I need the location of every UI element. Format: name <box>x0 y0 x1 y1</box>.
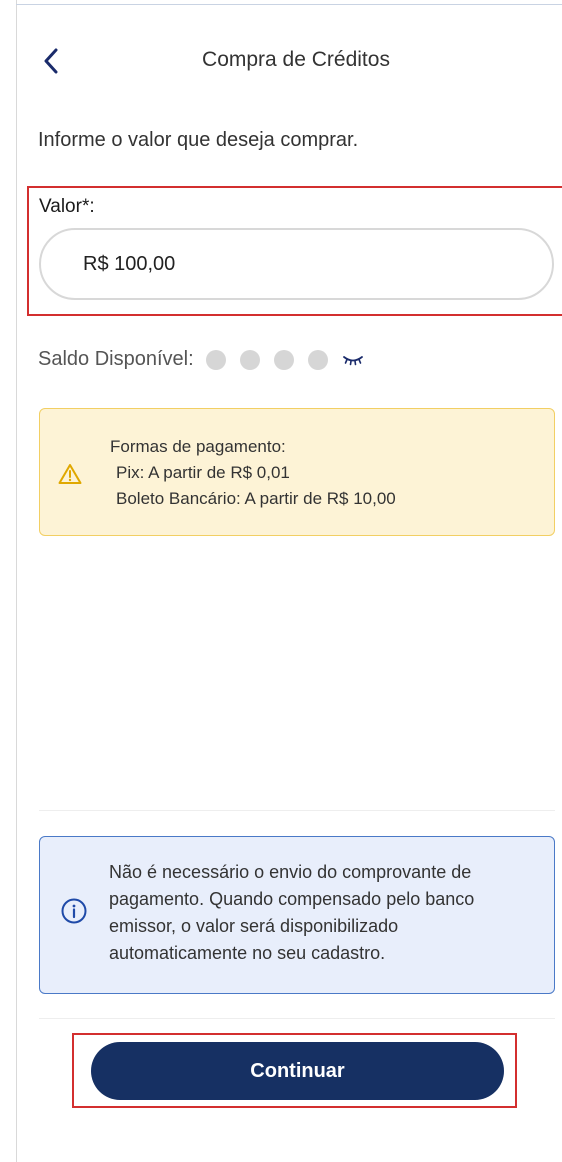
hidden-balance-dot <box>205 349 226 370</box>
continue-button[interactable]: Continuar <box>91 1042 504 1100</box>
info-icon <box>61 898 87 924</box>
instruction-text: Informe o valor que deseja comprar. <box>38 129 359 151</box>
toggle-balance-button[interactable] <box>342 353 364 367</box>
divider <box>39 810 555 811</box>
valor-label: Valor*: <box>39 196 95 217</box>
saldo-row: Saldo Disponível: <box>38 348 364 371</box>
hidden-balance-dot <box>307 349 328 370</box>
payment-pix-line: Pix: A partir de R$ 0,01 <box>116 463 290 482</box>
payment-methods-alert: Formas de pagamento: Pix: A partir de R$… <box>39 408 555 536</box>
page-title: Compra de Créditos <box>202 48 390 71</box>
frame-border-left <box>16 0 17 1162</box>
divider <box>39 1018 555 1019</box>
hidden-balance-dot <box>239 349 260 370</box>
info-text: Não é necessário o envio do comprovante … <box>109 862 475 963</box>
valor-input[interactable] <box>39 228 554 300</box>
saldo-label: Saldo Disponível: <box>38 348 194 370</box>
info-alert: Não é necessário o envio do comprovante … <box>39 836 555 994</box>
payment-methods-title: Formas de pagamento: <box>110 437 286 456</box>
hidden-balance-dot <box>273 349 294 370</box>
header: Compra de Créditos <box>0 38 562 82</box>
hidden-balance <box>205 349 342 370</box>
payment-methods-text: Formas de pagamento: Pix: A partir de R$… <box>110 434 396 512</box>
warning-icon <box>58 464 82 484</box>
frame-border-top <box>16 4 562 5</box>
payment-boleto-line: Boleto Bancário: A partir de R$ 10,00 <box>116 489 396 508</box>
eye-closed-icon <box>342 355 363 365</box>
